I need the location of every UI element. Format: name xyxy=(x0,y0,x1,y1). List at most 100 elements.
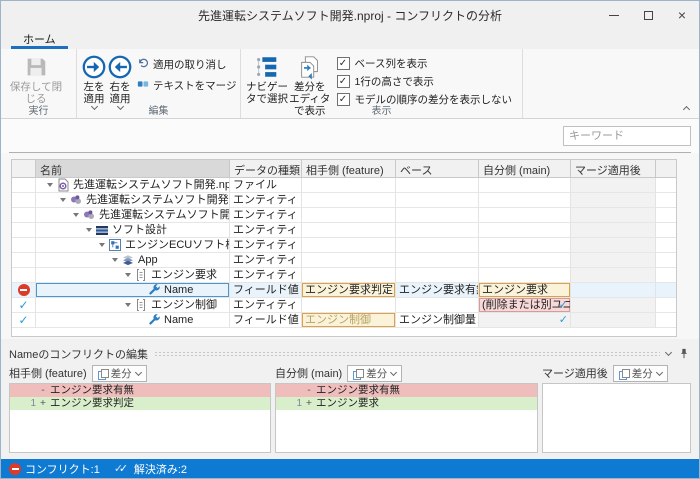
table-row[interactable]: 先進運転システムソフト開発（Gitデモ）エンティティ xyxy=(12,193,676,208)
row-base-cell xyxy=(396,223,479,238)
undo-apply-button[interactable]: 適用の取り消し xyxy=(137,57,236,72)
diff-dropdown-button[interactable]: 差分 xyxy=(613,365,668,382)
tree-expander-icon[interactable] xyxy=(125,273,131,277)
tab-home[interactable]: ホーム xyxy=(11,29,68,49)
row-spacer-cell xyxy=(656,238,676,253)
table-row[interactable]: Appエンティティ xyxy=(12,253,676,268)
table-row[interactable]: ✓エンジン制御エンティティ(削除または別ユニットに…✓ xyxy=(12,298,676,313)
row-type-cell: フィールド値 xyxy=(230,283,302,298)
undo-icon xyxy=(137,57,149,72)
copy-icon xyxy=(98,369,107,378)
diff-line-removed: -エンジン要求有無 xyxy=(276,384,537,397)
row-theirs-cell xyxy=(302,193,396,208)
row-base-cell: エンジン要求有無 xyxy=(396,283,479,298)
diff-content-box[interactable]: -エンジン要求有無1+エンジン要求 xyxy=(275,383,538,453)
row-type-cell: エンティティ xyxy=(230,253,302,268)
tree-expander-icon[interactable] xyxy=(47,183,53,187)
table-row[interactable]: 先進運転システムソフト開発（Gitデモ）エンティティ xyxy=(12,208,676,223)
tree-expander-icon[interactable] xyxy=(60,198,66,202)
ribbon-checkbox[interactable]: ✓ 1行の高さで表示 xyxy=(337,74,513,89)
row-resolved-check-icon: ✓ xyxy=(12,298,36,313)
apply-left-button[interactable]: 左を適用 xyxy=(81,51,107,109)
row-name-label: 先進運転システムソフト開発.nproj の差分 xyxy=(73,178,230,192)
row-conflict-icon xyxy=(12,283,36,298)
maximize-button[interactable] xyxy=(631,1,665,29)
table-row[interactable]: 先進運転システムソフト開発.nproj の差分ファイル xyxy=(12,178,676,193)
table-row[interactable]: エンジン要求エンティティ xyxy=(12,268,676,283)
diff-content-box[interactable] xyxy=(542,383,691,453)
diff-button-label: 差分 xyxy=(111,366,132,381)
file-diff-icon xyxy=(56,178,70,192)
header-mine[interactable]: 自分側 (main) xyxy=(479,160,571,178)
tree-expander-icon[interactable] xyxy=(125,303,131,307)
row-merged-cell xyxy=(571,283,656,298)
save-and-close-button[interactable]: 保存して閉じる xyxy=(5,51,67,105)
pin-icon[interactable] xyxy=(679,348,689,359)
table-row[interactable]: エンジンECUソフト構造エンティティ xyxy=(12,238,676,253)
checkbox-checked-icon[interactable]: ✓ xyxy=(337,57,350,70)
row-spacer-cell xyxy=(656,298,676,313)
close-icon: × xyxy=(678,8,686,22)
conflict-icon xyxy=(9,463,21,475)
header-data-type[interactable]: データの種類 xyxy=(230,160,302,178)
row-spacer-cell xyxy=(656,223,676,238)
minimize-button[interactable] xyxy=(597,1,631,29)
grip-dots[interactable] xyxy=(154,351,660,357)
tree-expander-icon[interactable] xyxy=(73,213,79,217)
row-name-cell: 先進運転システムソフト開発（Gitデモ） xyxy=(36,193,230,208)
table-row[interactable]: ✓Nameフィールド値エンジン制御エンジン制御量✓ xyxy=(12,313,676,328)
panel-title: Nameのコンフリクトの編集 xyxy=(9,346,148,362)
header-name[interactable]: 名前 xyxy=(36,160,230,178)
statusbar: コンフリクト:1 ✓✓ 解決済み:2 xyxy=(1,457,699,478)
header-after-merge[interactable]: マージ適用後 xyxy=(571,160,656,178)
row-base-cell xyxy=(396,178,479,193)
row-name-cell: エンジン制御 xyxy=(36,298,230,313)
row-spacer-cell xyxy=(656,253,676,268)
row-mine-cell xyxy=(479,208,571,223)
header-base[interactable]: ベース xyxy=(396,160,479,178)
titlebar: 先進運転システムソフト開発.nproj - コンフリクトの分析 × xyxy=(1,1,699,29)
row-gutter xyxy=(12,223,36,238)
tree-expander-icon[interactable] xyxy=(99,243,105,247)
row-type-cell: フィールド値 xyxy=(230,313,302,328)
close-button[interactable]: × xyxy=(665,1,699,29)
pane-header-label: 自分側 (main) xyxy=(275,365,342,381)
pane-header-label: マージ適用後 xyxy=(542,365,608,381)
select-in-navigator-button[interactable]: ナビゲータで選択 xyxy=(245,51,289,105)
panel-collapse-icon[interactable] xyxy=(665,349,672,356)
ribbon-checkbox[interactable]: ✓ ベース列を表示 xyxy=(337,56,513,71)
checkbox-label: ベース列を表示 xyxy=(355,56,428,71)
row-type-cell: エンティティ xyxy=(230,223,302,238)
merge-text-icon xyxy=(137,78,149,93)
row-type-cell: エンティティ xyxy=(230,298,302,313)
diff-content-box[interactable]: -エンジン要求有無1+エンジン要求判定 xyxy=(9,383,271,453)
diff-dropdown-button[interactable]: 差分 xyxy=(92,365,147,382)
merge-text-button[interactable]: テキストをマージ xyxy=(137,78,236,93)
search-input[interactable] xyxy=(563,126,691,146)
group-label-edit: 編集 xyxy=(77,102,240,117)
tree-expander-icon[interactable] xyxy=(112,258,118,262)
tree-expander-icon[interactable] xyxy=(86,228,92,232)
row-gutter xyxy=(12,253,36,268)
resolved-double-check-icon: ✓✓ xyxy=(114,463,130,475)
collapse-ribbon-icon[interactable] xyxy=(683,106,690,113)
table-row[interactable]: Nameフィールド値エンジン要求判定エンジン要求有無エンジン要求 xyxy=(12,283,676,298)
resolved-count-label: 解決済み:2 xyxy=(134,461,187,477)
apply-right-button[interactable]: 右を適用 xyxy=(107,51,133,109)
diff-line-added: 1+エンジン要求 xyxy=(276,397,537,410)
row-base-cell xyxy=(396,298,479,313)
diff-dropdown-button[interactable]: 差分 xyxy=(347,365,402,382)
merge-text-label: テキストをマージ xyxy=(153,78,236,93)
row-theirs-cell xyxy=(302,178,396,193)
checkbox-checked-icon[interactable]: ✓ xyxy=(337,75,350,88)
row-base-cell: エンジン制御量 xyxy=(396,313,479,328)
diff-pane: 相手側 (feature)差分-エンジン要求有無1+エンジン要求判定 xyxy=(9,363,271,453)
header-theirs[interactable]: 相手側 (feature) xyxy=(302,160,396,178)
table-row[interactable]: ソフト設計エンティティ xyxy=(12,223,676,238)
table-header-row: 名前 データの種類 相手側 (feature) ベース 自分側 (main) マ… xyxy=(12,160,676,178)
tree-table-body: 先進運転システムソフト開発.nproj の差分ファイル先進運転システムソフト開発… xyxy=(12,178,676,328)
row-base-cell xyxy=(396,268,479,283)
checkbox-label: 1行の高さで表示 xyxy=(355,74,434,89)
row-name-label: エンジンECUソフト構造 xyxy=(125,238,230,252)
row-base-cell xyxy=(396,193,479,208)
